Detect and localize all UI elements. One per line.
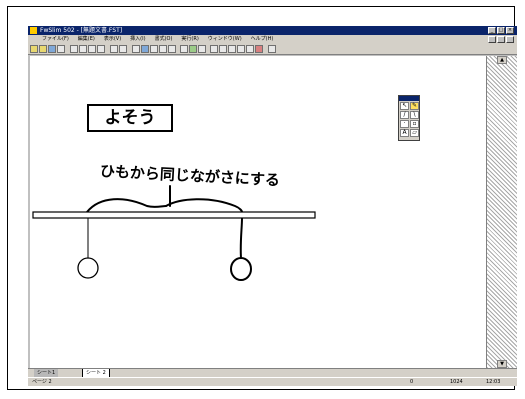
chart-icon[interactable] — [210, 45, 218, 53]
palette-titlebar[interactable] — [399, 96, 419, 101]
undo-icon[interactable] — [97, 45, 105, 53]
sheet-tab-bar: シート1 シート 2 — [28, 368, 517, 378]
menu-edit[interactable]: 編集(E) — [78, 35, 95, 44]
status-time: 12:03 — [486, 379, 501, 385]
menu-help[interactable]: ヘルプ(H) — [251, 35, 274, 44]
string-right — [165, 198, 243, 213]
grid-icon[interactable] — [132, 45, 140, 53]
vertical-scrollbar[interactable]: ▲ ▼ — [486, 56, 517, 368]
page-icon[interactable] — [141, 45, 149, 53]
menu-view[interactable]: 表示(V) — [104, 35, 121, 44]
status-number: 1024 — [450, 379, 463, 385]
copy-icon[interactable] — [79, 45, 87, 53]
paste-icon[interactable] — [88, 45, 96, 53]
menu-bar: ファイル(F) 編集(E) 表示(V) 挿入(I) 書式(O) 実行(R) ウィ… — [28, 35, 517, 44]
string-left — [86, 198, 167, 213]
text-tool-icon[interactable] — [237, 45, 245, 53]
doc-restore-button[interactable] — [497, 36, 505, 43]
cursor-icon[interactable]: ↖ — [400, 102, 409, 110]
menu-run[interactable]: 実行(R) — [181, 35, 198, 44]
sound-icon[interactable] — [198, 45, 206, 53]
table-icon[interactable] — [168, 45, 176, 53]
support-bar — [32, 211, 316, 219]
window-title: FwSlim 502 - [無題文書.FST] — [40, 27, 123, 34]
menu-file[interactable]: ファイル(F) — [42, 35, 69, 44]
right-hang-line — [239, 217, 243, 259]
line-tool-icon[interactable] — [219, 45, 227, 53]
image-icon[interactable] — [180, 45, 188, 53]
cut-icon[interactable] — [70, 45, 78, 53]
line-icon[interactable]: / — [400, 111, 409, 119]
shape-select-icon[interactable]: ▱ — [410, 129, 419, 137]
scroll-up-icon[interactable]: ▲ — [497, 56, 507, 64]
fill-icon[interactable]: ▫ — [410, 120, 419, 128]
tool-palette: ↖ ✎ / \ · ▫ A ▱ — [398, 95, 420, 141]
title-bar: FwSlim 502 - [無題文書.FST] _ □ × — [28, 26, 517, 35]
tab-sheet-1[interactable]: シート1 — [34, 369, 59, 377]
menu-window[interactable]: ウィンドウ(W) — [208, 35, 242, 44]
pencil-icon[interactable]: ✎ — [410, 102, 419, 110]
new-file-icon[interactable] — [30, 45, 38, 53]
picture-icon[interactable] — [189, 45, 197, 53]
dot-icon[interactable]: · — [400, 120, 409, 128]
status-page: ページ 2 — [32, 379, 52, 385]
text-icon[interactable]: A — [400, 129, 409, 137]
doc-minimize-button[interactable] — [488, 36, 496, 43]
menu-format[interactable]: 書式(O) — [155, 35, 173, 44]
print-icon[interactable] — [57, 45, 65, 53]
close-button[interactable]: × — [506, 27, 514, 34]
object-icon[interactable] — [159, 45, 167, 53]
pendulum-bob-right — [230, 257, 252, 281]
drawing-canvas[interactable]: よそう ひもから同じながさにする ↖ ✎ / \ · ▫ A ▱ — [30, 56, 486, 368]
doc-close-button[interactable] — [506, 36, 514, 43]
save-icon[interactable] — [48, 45, 56, 53]
stamp-icon[interactable] — [246, 45, 254, 53]
status-bar: ページ 2 0 1024 12:03 — [28, 377, 517, 386]
frame-icon[interactable] — [150, 45, 158, 53]
toolbar — [28, 44, 517, 55]
pendulum-bob-left — [77, 257, 99, 279]
run-icon[interactable] — [255, 45, 263, 53]
maximize-button[interactable]: □ — [497, 27, 505, 34]
zoom-out-icon[interactable] — [119, 45, 127, 53]
open-folder-icon[interactable] — [39, 45, 47, 53]
eraser-icon[interactable]: \ — [410, 111, 419, 119]
status-value: 0 — [410, 379, 414, 385]
shape-icon[interactable] — [228, 45, 236, 53]
app-icon — [30, 27, 37, 34]
app-window: FwSlim 502 - [無題文書.FST] _ □ × ファイル(F) 編集… — [28, 26, 517, 386]
scroll-down-icon[interactable]: ▼ — [497, 360, 507, 368]
help-icon[interactable] — [268, 45, 276, 53]
minimize-button[interactable]: _ — [488, 27, 496, 34]
menu-insert[interactable]: 挿入(I) — [130, 35, 145, 44]
zoom-in-icon[interactable] — [110, 45, 118, 53]
